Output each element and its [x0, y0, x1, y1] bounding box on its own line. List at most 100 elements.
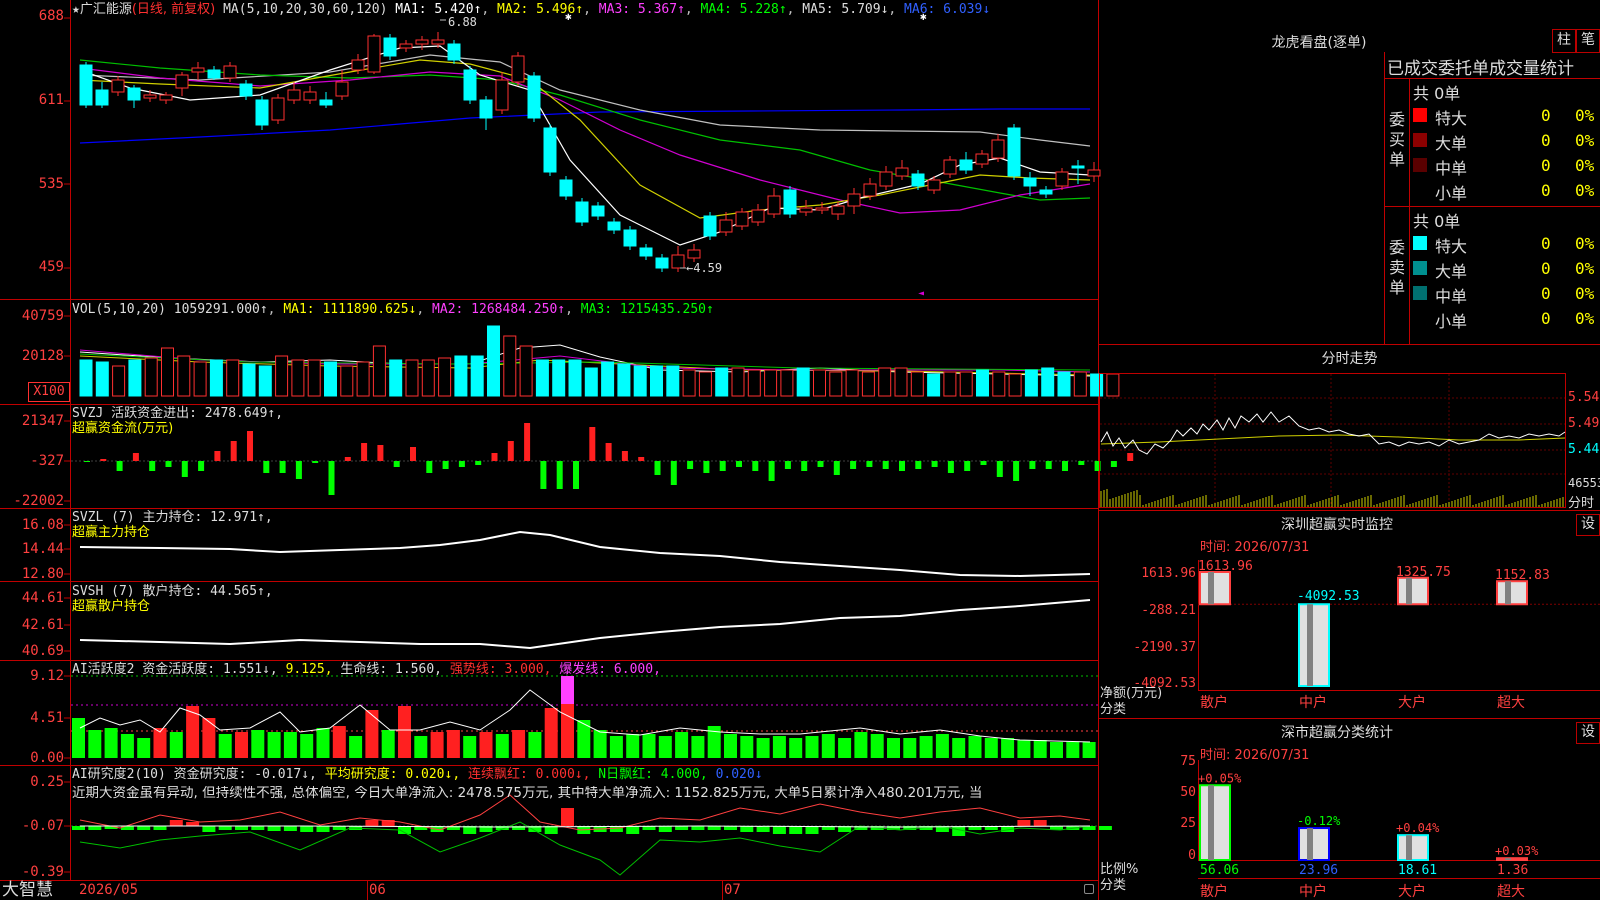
active-bar	[854, 732, 868, 758]
flow-bar	[475, 461, 482, 465]
ai-research-avg: 平均研究度: 0.020↓,	[324, 767, 461, 782]
research-bar	[1033, 820, 1047, 826]
order-percent: 0%	[1575, 131, 1595, 150]
monitor-bar	[1496, 580, 1528, 606]
sz-stat-chart: +0.05% 56.06 散户 -0.12% 23.96 中户 +0.04% 18.61 大户 +…	[1198, 760, 1600, 900]
active-bar	[658, 736, 672, 758]
svzj-tick-1: 21347	[21, 413, 64, 429]
stat-category-label: 散户	[1200, 883, 1228, 900]
monitor-bar-shade	[1406, 577, 1412, 605]
volume-bar	[405, 359, 419, 397]
ai-research-tick-2: -0.07	[21, 818, 64, 834]
volume-unit-button[interactable]: X100	[28, 382, 70, 402]
order-type-label: 中单	[1435, 159, 1468, 178]
candle-body	[303, 91, 317, 101]
vol-tick-2: 20128	[21, 348, 64, 364]
burst-bar	[561, 676, 574, 704]
order-color-swatch	[1413, 108, 1427, 122]
favorite-star-icon[interactable]: ★	[72, 2, 80, 17]
candle-body	[1039, 189, 1053, 195]
research-bar	[1017, 820, 1031, 826]
period-label[interactable]: (日线, 前复权)	[132, 2, 215, 17]
flow-bar	[1045, 461, 1052, 469]
flow-bar	[605, 443, 612, 461]
research-bar	[251, 826, 265, 830]
candle-body	[847, 193, 861, 207]
sz-stat-settings-button[interactable]: 设	[1576, 722, 1600, 744]
candle-body	[111, 79, 125, 93]
order-color-swatch	[1413, 133, 1427, 147]
active-bar	[609, 736, 623, 758]
order-color-swatch	[1413, 286, 1427, 300]
stat-category-label: 中户	[1299, 883, 1327, 900]
candle-body	[575, 201, 589, 223]
flow-bar	[361, 443, 368, 461]
volume-bar	[209, 359, 223, 397]
candle-body	[351, 59, 365, 71]
volume-bar	[226, 359, 240, 397]
flow-bar	[312, 461, 319, 463]
tick-mode-button[interactable]: 笔	[1576, 29, 1600, 53]
ai-active-tick-1: 9.12	[30, 668, 64, 684]
ai-active-header: AI活跃度2 资金活跃度: 1.551↓, 9.125, 生命线: 1.560,…	[72, 662, 661, 677]
sz-monitor-settings-button[interactable]: 设	[1576, 514, 1600, 536]
svzl-tick-3: 12.80	[21, 566, 64, 582]
volume-bar	[1008, 373, 1022, 397]
volume-bar	[682, 369, 696, 397]
flow-bar	[556, 461, 563, 489]
order-percent: 0%	[1575, 284, 1595, 303]
order-color-swatch	[1413, 236, 1427, 250]
research-bar	[202, 826, 216, 832]
active-bar	[381, 730, 395, 758]
volume-bar	[161, 347, 174, 397]
ai-active-burst: 爆发线: 6.000,	[559, 662, 661, 677]
candle-body	[415, 39, 429, 45]
stat-bar-shade	[1406, 835, 1412, 860]
active-bar	[789, 738, 803, 758]
stock-name: 广汇能源	[79, 2, 132, 17]
bar-mode-button[interactable]: 柱	[1552, 29, 1576, 53]
active-bar	[528, 732, 542, 758]
flow-bar	[410, 447, 416, 461]
candle-body	[239, 83, 253, 97]
ai-active-tick-2: 4.51	[30, 710, 64, 726]
candle-body	[1007, 127, 1021, 177]
flow-bar	[1029, 461, 1036, 469]
active-bar	[919, 736, 933, 758]
research-bar	[283, 826, 297, 831]
lock-icon[interactable]	[1084, 884, 1094, 894]
active-bar	[479, 732, 493, 758]
active-bar	[332, 726, 346, 758]
candle-body	[479, 99, 493, 119]
flow-bar	[719, 461, 726, 471]
stat-bar-shade	[1505, 858, 1511, 860]
candle-body	[911, 173, 925, 187]
monitor-bar-shade	[1208, 572, 1214, 605]
volume-bar	[503, 335, 517, 397]
stat-bar-value: 56.06	[1200, 863, 1239, 878]
monitor-bar-value: -4092.53	[1297, 589, 1360, 604]
active-bar	[1017, 740, 1031, 758]
candle-body	[959, 159, 973, 171]
flow-bar	[670, 461, 677, 485]
active-bar	[1050, 742, 1063, 758]
sz-monitor-tick-1: 1613.96	[1141, 566, 1196, 581]
flow-bar	[801, 461, 808, 471]
svzl-header: SVZL (7) 主力持仓: 12.971↑,	[72, 510, 273, 525]
active-bar	[544, 708, 558, 758]
volume-bar	[128, 359, 142, 397]
research-bar	[267, 826, 281, 831]
candle-body	[399, 43, 413, 49]
flow-bar	[198, 461, 205, 471]
volume-bar	[731, 367, 745, 397]
intraday-chart[interactable]	[1099, 370, 1600, 510]
order-type-label: 特大	[1435, 237, 1468, 256]
candle-body	[607, 221, 621, 231]
research-bar	[626, 826, 640, 834]
flow-bar	[768, 461, 775, 481]
flow-bar	[214, 451, 221, 461]
research-bar	[772, 826, 786, 834]
order-type-label: 小单	[1435, 312, 1468, 331]
flow-bar	[295, 461, 302, 479]
volume-bar	[79, 359, 93, 397]
